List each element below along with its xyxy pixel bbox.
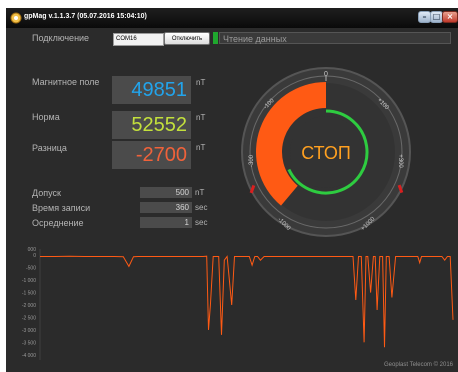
copyright-footer: Geoplast Telecom © 2016: [384, 362, 454, 368]
tolerance-unit: nT: [195, 188, 205, 197]
gauge-label-0: 0: [324, 71, 328, 78]
history-chart: 0000 -500 -1 000 -1 500 -2 000 -2 500 -3 000 -3…: [22, 247, 454, 360]
record-time-label: Время записи: [32, 203, 91, 213]
difference-label: Разница: [32, 143, 67, 153]
minimize-icon: –: [422, 12, 427, 21]
title-bar[interactable]: gpMag v.1.1.3.7 (05.07.2016 15:04:10) – …: [6, 8, 458, 28]
chart-y-tick-label: -2 500: [22, 315, 36, 321]
chart-y-tick-label: -1 000: [22, 278, 36, 284]
gauge-label-plus-300: +300: [397, 154, 403, 168]
magnetic-field-unit: nT: [196, 78, 206, 87]
norm-value: 52552: [112, 111, 191, 139]
tolerance-value[interactable]: 500: [140, 187, 192, 198]
app-window: gpMag v.1.1.3.7 (05.07.2016 15:04:10) – …: [6, 8, 458, 372]
chart-y-tick-label: 0: [33, 253, 36, 259]
chart-y-tick-label: -1 500: [22, 291, 36, 297]
chart-y-tick-label: -500: [26, 266, 36, 272]
chart-y-tick-label: -2 000: [22, 303, 36, 309]
gauge-center-text: СТОП: [301, 143, 351, 163]
difference-value: -2700: [112, 141, 191, 169]
connection-label: Подключение: [32, 33, 90, 43]
status-indicator: [213, 32, 218, 44]
port-field[interactable]: COM16: [113, 33, 164, 46]
close-icon: ×: [446, 12, 454, 21]
record-time-value[interactable]: 360: [140, 202, 192, 213]
close-button[interactable]: ×: [442, 11, 458, 23]
app-icon: [10, 12, 22, 24]
averaging-value[interactable]: 1: [140, 217, 192, 228]
record-time-unit: sec: [195, 203, 208, 212]
chart-y-tick-label: -4 000: [22, 353, 36, 359]
maximize-icon: □: [432, 12, 441, 21]
chart-y-ticks: 0000 -500 -1 000 -1 500 -2 000 -2 500 -3 000 -3…: [22, 247, 36, 359]
magnetic-field-label: Магнитное поле: [32, 77, 100, 87]
chart-y-tick-label: -3 000: [22, 328, 36, 334]
norm-unit: nT: [196, 113, 206, 122]
chart-y-tick-label: 000: [28, 247, 37, 253]
tolerance-label: Допуск: [32, 188, 61, 198]
window-title: gpMag v.1.1.3.7 (05.07.2016 15:04:10): [24, 13, 147, 20]
status-text: Чтение данных: [219, 32, 451, 44]
deviation-gauge: 0 +100 +300 +1000 -1000 -300 -100 СТОП: [241, 67, 411, 237]
disconnect-button[interactable]: Отключить: [164, 32, 210, 45]
chart-series-line: [40, 255, 454, 348]
gauge-label-minus-300: -300: [249, 154, 255, 167]
difference-unit: nT: [196, 143, 206, 152]
chart-y-tick-label: -3 500: [22, 340, 36, 346]
magnetic-field-value: 49851: [112, 76, 191, 104]
averaging-label: Осреднение: [32, 218, 84, 228]
norm-label: Норма: [32, 112, 60, 122]
averaging-unit: sec: [195, 218, 208, 227]
